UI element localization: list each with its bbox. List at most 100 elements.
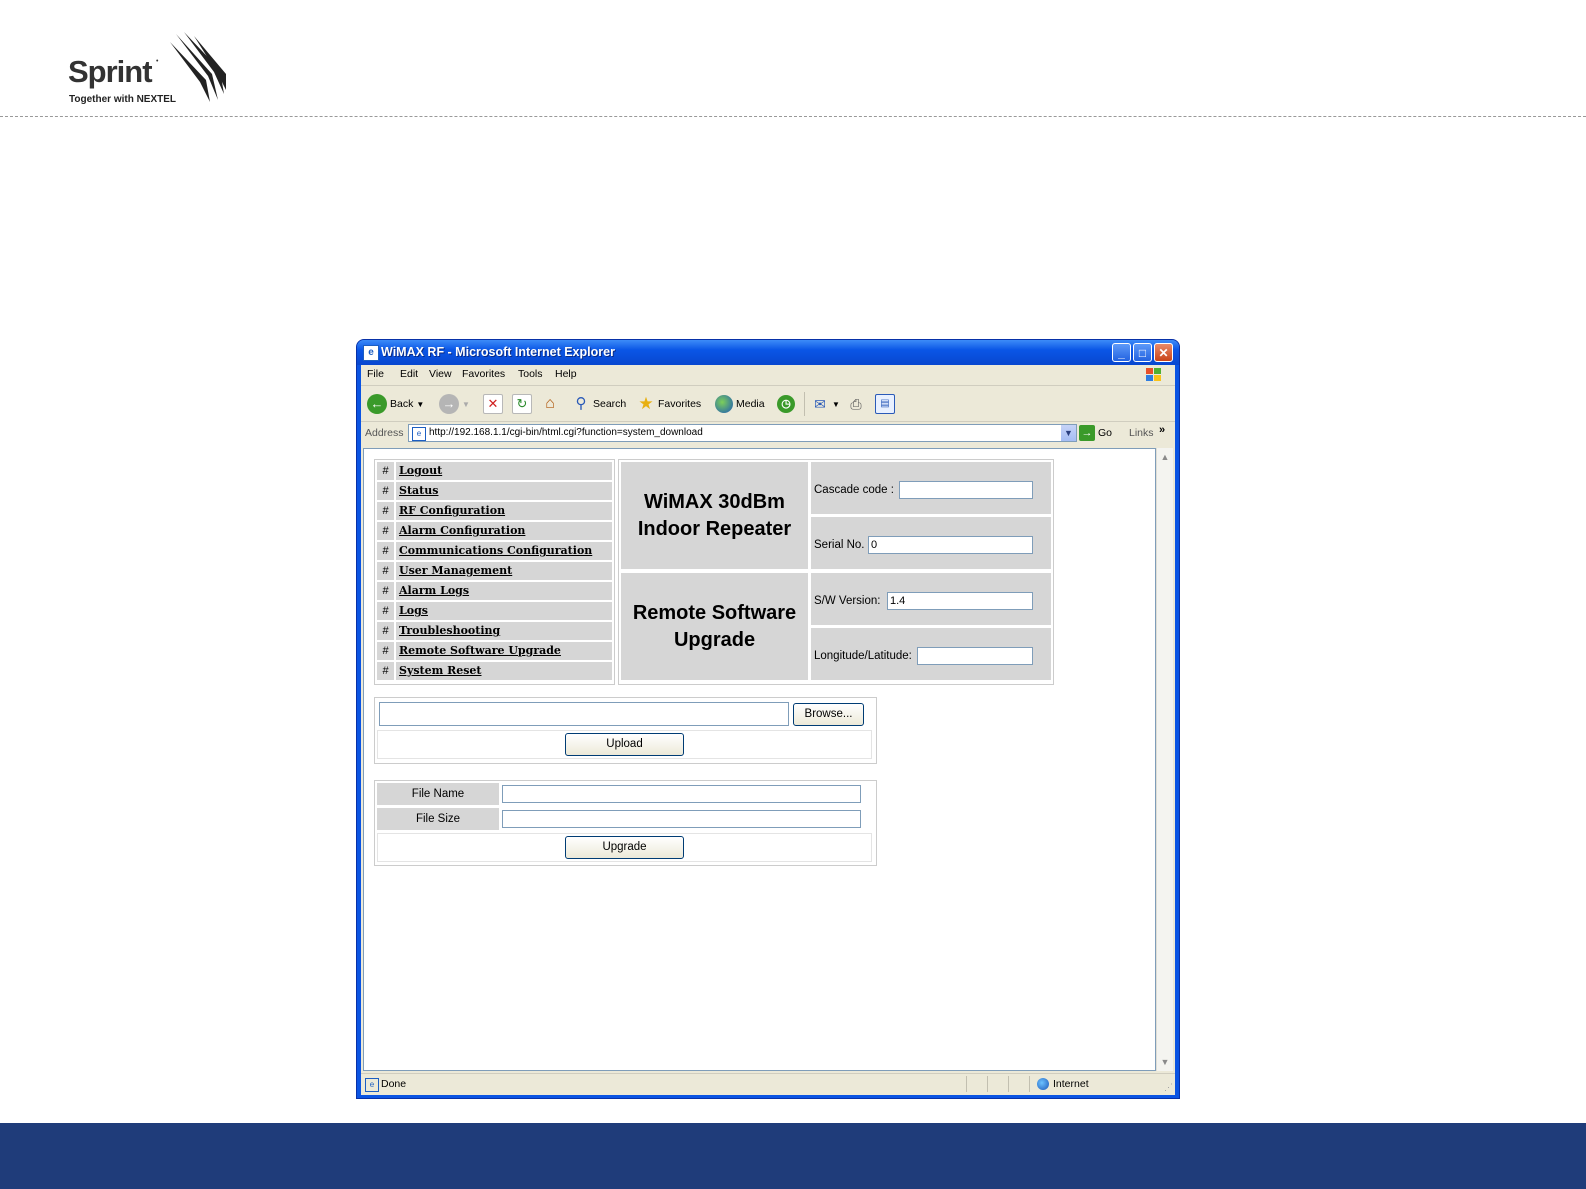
nav-row: # Logout <box>377 462 612 480</box>
scroll-down-icon[interactable]: ▼ <box>1157 1054 1173 1070</box>
internet-zone-globe-icon <box>1037 1078 1049 1090</box>
go-arrow-icon: → <box>1079 425 1095 441</box>
nav-cell: Status <box>396 482 612 500</box>
home-icon: ⌂ <box>545 395 555 412</box>
upgrade-form: File Name File Size Upgrade <box>374 780 877 866</box>
refresh-icon: ↻ <box>512 394 532 414</box>
zone-text: Internet <box>1053 1078 1089 1090</box>
toolbar-separator <box>804 392 805 416</box>
nav-hash: # <box>377 462 394 480</box>
minimize-button[interactable]: _ <box>1112 343 1131 362</box>
scroll-up-icon[interactable]: ▲ <box>1157 449 1173 465</box>
longitude-latitude-label: Longitude/Latitude: <box>814 650 912 662</box>
device-title-line1: WiMAX 30dBm <box>644 490 785 513</box>
home-button[interactable]: ⌂ <box>541 393 559 415</box>
menu-view[interactable]: View <box>429 368 452 380</box>
file-size-input[interactable] <box>502 810 861 828</box>
nav-cell: Troubleshooting <box>396 622 612 640</box>
vertical-scrollbar[interactable]: ▲ ▼ <box>1156 448 1173 1071</box>
window-title: WiMAX RF - Microsoft Internet Explorer <box>381 345 615 359</box>
nav-link-alarm-configuration[interactable]: Alarm Configuration <box>399 524 525 537</box>
nav-row: # Remote Software Upgrade <box>377 642 612 660</box>
address-input[interactable]: e http://192.168.1.1/cgi-bin/html.cgi?fu… <box>408 424 1077 442</box>
history-button[interactable]: ◷ <box>777 393 795 415</box>
upload-button[interactable]: Upload <box>565 733 684 756</box>
media-globe-icon <box>715 395 733 413</box>
nav-cell: Alarm Configuration <box>396 522 612 540</box>
address-dropdown-icon[interactable]: ▼ <box>1061 425 1076 441</box>
forward-dropdown-icon: ▼ <box>462 399 470 409</box>
stop-icon: ✕ <box>483 394 503 414</box>
sprint-wing-icon <box>170 32 226 102</box>
status-text: Done <box>381 1078 407 1090</box>
go-button[interactable]: → Go <box>1079 425 1112 441</box>
nav-link-remote-software-upgrade[interactable]: Remote Software Upgrade <box>399 644 561 657</box>
cascade-code-label: Cascade code : <box>814 484 894 496</box>
nav-cell: System Reset <box>396 662 612 680</box>
page-heading-line1: Remote Software <box>632 601 797 624</box>
file-path-input[interactable] <box>379 702 789 726</box>
resize-grip-icon[interactable]: ⋰ <box>1164 1082 1173 1093</box>
upgrade-button[interactable]: Upgrade <box>565 836 684 859</box>
sw-version-input[interactable]: 1.4 <box>887 592 1033 610</box>
refresh-button[interactable]: ↻ <box>512 393 532 415</box>
links-chevron-icon[interactable]: » <box>1159 424 1165 436</box>
print-button[interactable]: ⎙ <box>847 393 865 415</box>
go-label: Go <box>1098 427 1113 439</box>
media-label: Media <box>736 398 765 410</box>
nav-hash: # <box>377 562 394 580</box>
upload-form: Browse... Upload <box>374 697 877 764</box>
menu-file[interactable]: File <box>367 368 384 380</box>
nav-hash: # <box>377 642 394 660</box>
mail-button[interactable]: ✉ ▼ <box>811 393 840 415</box>
browse-button[interactable]: Browse... <box>793 703 864 726</box>
nav-link-rf-configuration[interactable]: RF Configuration <box>399 504 505 517</box>
edit-button[interactable]: ▤ <box>875 393 895 415</box>
nav-hash: # <box>377 522 394 540</box>
file-name-input[interactable] <box>502 785 861 803</box>
menu-favorites[interactable]: Favorites <box>462 368 505 380</box>
nav-cell: RF Configuration <box>396 502 612 520</box>
serial-no-input[interactable]: 0 <box>868 536 1033 554</box>
nav-hash: # <box>377 622 394 640</box>
stop-button[interactable]: ✕ <box>483 393 503 415</box>
status-page-icon: e <box>365 1078 379 1092</box>
links-label[interactable]: Links <box>1129 427 1154 439</box>
back-button[interactable]: ← Back ▼ <box>367 393 424 415</box>
device-title-line2: Indoor Repeater <box>637 517 792 540</box>
nav-hash: # <box>377 542 394 560</box>
sw-version-label: S/W Version: <box>814 595 881 607</box>
nav-link-user-management[interactable]: User Management <box>399 564 512 577</box>
nav-link-communications-configuration[interactable]: Communications Configuration <box>399 544 592 557</box>
close-button[interactable]: ✕ <box>1154 343 1173 362</box>
menu-edit[interactable]: Edit <box>400 368 418 380</box>
file-name-label: File Name <box>377 783 499 805</box>
serial-no-cell: Serial No. 0 <box>811 517 1051 569</box>
nav-hash: # <box>377 582 394 600</box>
nav-cell: Communications Configuration <box>396 542 612 560</box>
nav-link-alarm-logs[interactable]: Alarm Logs <box>399 584 469 597</box>
forward-button[interactable]: → ▼ <box>439 393 470 415</box>
ie-icon: e <box>363 345 379 361</box>
cascade-code-input[interactable] <box>899 481 1033 499</box>
page-heading: Remote Software Upgrade <box>621 573 808 680</box>
media-button[interactable]: Media <box>715 393 765 415</box>
status-separator <box>966 1076 967 1092</box>
nav-link-logout[interactable]: Logout <box>399 464 442 477</box>
longitude-latitude-input[interactable] <box>917 647 1033 665</box>
title-bar[interactable]: e WiMAX RF - Microsoft Internet Explorer… <box>357 340 1179 365</box>
maximize-button[interactable]: □ <box>1133 343 1152 362</box>
menu-help[interactable]: Help <box>555 368 577 380</box>
nav-link-logs[interactable]: Logs <box>399 604 428 617</box>
favorites-button[interactable]: ★ Favorites <box>637 393 701 415</box>
header-divider <box>0 116 1586 117</box>
nav-link-status[interactable]: Status <box>399 484 438 497</box>
search-button[interactable]: ⚲ Search <box>572 393 627 415</box>
nav-row: # Alarm Logs <box>377 582 612 600</box>
nav-link-system-reset[interactable]: System Reset <box>399 664 482 677</box>
nav-hash: # <box>377 602 394 620</box>
menu-tools[interactable]: Tools <box>518 368 543 380</box>
nav-link-troubleshooting[interactable]: Troubleshooting <box>399 624 500 637</box>
file-select-row: Browse... <box>377 700 872 727</box>
nav-row: # Logs <box>377 602 612 620</box>
